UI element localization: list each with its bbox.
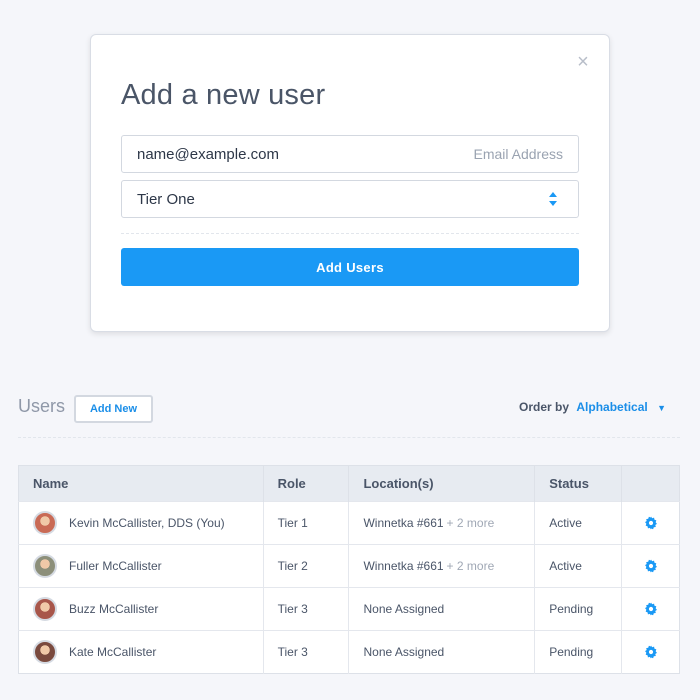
email-input[interactable]: [137, 136, 437, 172]
order-by-control[interactable]: Order by Alphabetical ▼: [519, 400, 666, 414]
add-users-button[interactable]: Add Users: [121, 248, 579, 286]
name-cell: Fuller McCallister: [18, 544, 264, 588]
actions-cell: [621, 501, 680, 545]
location-cell: Winnetka #661 + 2 more: [348, 501, 536, 545]
gear-icon[interactable]: [644, 516, 658, 530]
user-name: Buzz McCallister: [69, 602, 159, 616]
name-cell: Kevin McCallister, DDS (You): [18, 501, 264, 545]
modal-title: Add a new user: [121, 79, 326, 111]
location-text: Winnetka #661: [363, 516, 444, 530]
location-text: None Assigned: [363, 645, 445, 659]
user-name: Kevin McCallister, DDS (You): [69, 516, 225, 530]
chevron-down-icon[interactable]: ▼: [657, 403, 666, 413]
order-by-value[interactable]: Alphabetical: [576, 400, 647, 414]
role-cell: Tier 2: [263, 544, 350, 588]
status-cell: Active: [534, 501, 623, 545]
status-cell: Active: [534, 544, 623, 588]
table-header-row: Name Role Location(s) Status: [18, 465, 680, 502]
order-by-label: Order by: [519, 400, 570, 414]
header-name[interactable]: Name: [18, 465, 264, 502]
location-more-link[interactable]: + 2 more: [447, 516, 495, 530]
add-user-modal: × Add a new user Email Address Tier One …: [90, 34, 610, 332]
avatar: [33, 640, 57, 664]
section-divider: [18, 437, 680, 438]
header-role[interactable]: Role: [263, 465, 350, 502]
actions-cell: [621, 587, 680, 631]
location-cell: None Assigned: [348, 587, 536, 631]
gear-icon[interactable]: [644, 559, 658, 573]
location-more-link[interactable]: + 2 more: [447, 559, 495, 573]
avatar: [33, 511, 57, 535]
location-cell: None Assigned: [348, 630, 536, 674]
header-locations[interactable]: Location(s): [348, 465, 536, 502]
user-name: Fuller McCallister: [69, 559, 162, 573]
add-new-button[interactable]: Add New: [74, 395, 153, 423]
name-cell: Buzz McCallister: [18, 587, 264, 631]
users-table: Name Role Location(s) Status Kevin McCal…: [18, 465, 680, 674]
role-cell: Tier 3: [263, 630, 350, 674]
status-cell: Pending: [534, 630, 623, 674]
name-cell: Kate McCallister: [18, 630, 264, 674]
table-row[interactable]: Kate McCallister Tier 3 None Assigned Pe…: [18, 630, 680, 674]
location-text: Winnetka #661: [363, 559, 444, 573]
select-arrows-icon: [549, 192, 557, 206]
tier-select[interactable]: Tier One: [121, 180, 579, 218]
users-section-title: Users: [18, 396, 66, 416]
gear-icon[interactable]: [644, 645, 658, 659]
header-actions: [621, 465, 680, 502]
email-field[interactable]: Email Address: [121, 135, 579, 173]
actions-cell: [621, 544, 680, 588]
role-cell: Tier 3: [263, 587, 350, 631]
header-status[interactable]: Status: [534, 465, 623, 502]
status-cell: Pending: [534, 587, 623, 631]
tier-select-value: Tier One: [137, 191, 195, 208]
table-row[interactable]: Kevin McCallister, DDS (You) Tier 1 Winn…: [18, 501, 680, 545]
user-name: Kate McCallister: [69, 645, 157, 659]
table-row[interactable]: Fuller McCallister Tier 2 Winnetka #661 +…: [18, 544, 680, 588]
table-row[interactable]: Buzz McCallister Tier 3 None Assigned Pe…: [18, 587, 680, 631]
role-cell: Tier 1: [263, 501, 350, 545]
close-icon[interactable]: ×: [572, 51, 594, 73]
modal-divider: [121, 233, 579, 234]
gear-icon[interactable]: [644, 602, 658, 616]
actions-cell: [621, 630, 680, 674]
location-text: None Assigned: [363, 602, 445, 616]
location-cell: Winnetka #661 + 2 more: [348, 544, 536, 588]
avatar: [33, 597, 57, 621]
email-field-label: Email Address: [473, 146, 563, 162]
avatar: [33, 554, 57, 578]
